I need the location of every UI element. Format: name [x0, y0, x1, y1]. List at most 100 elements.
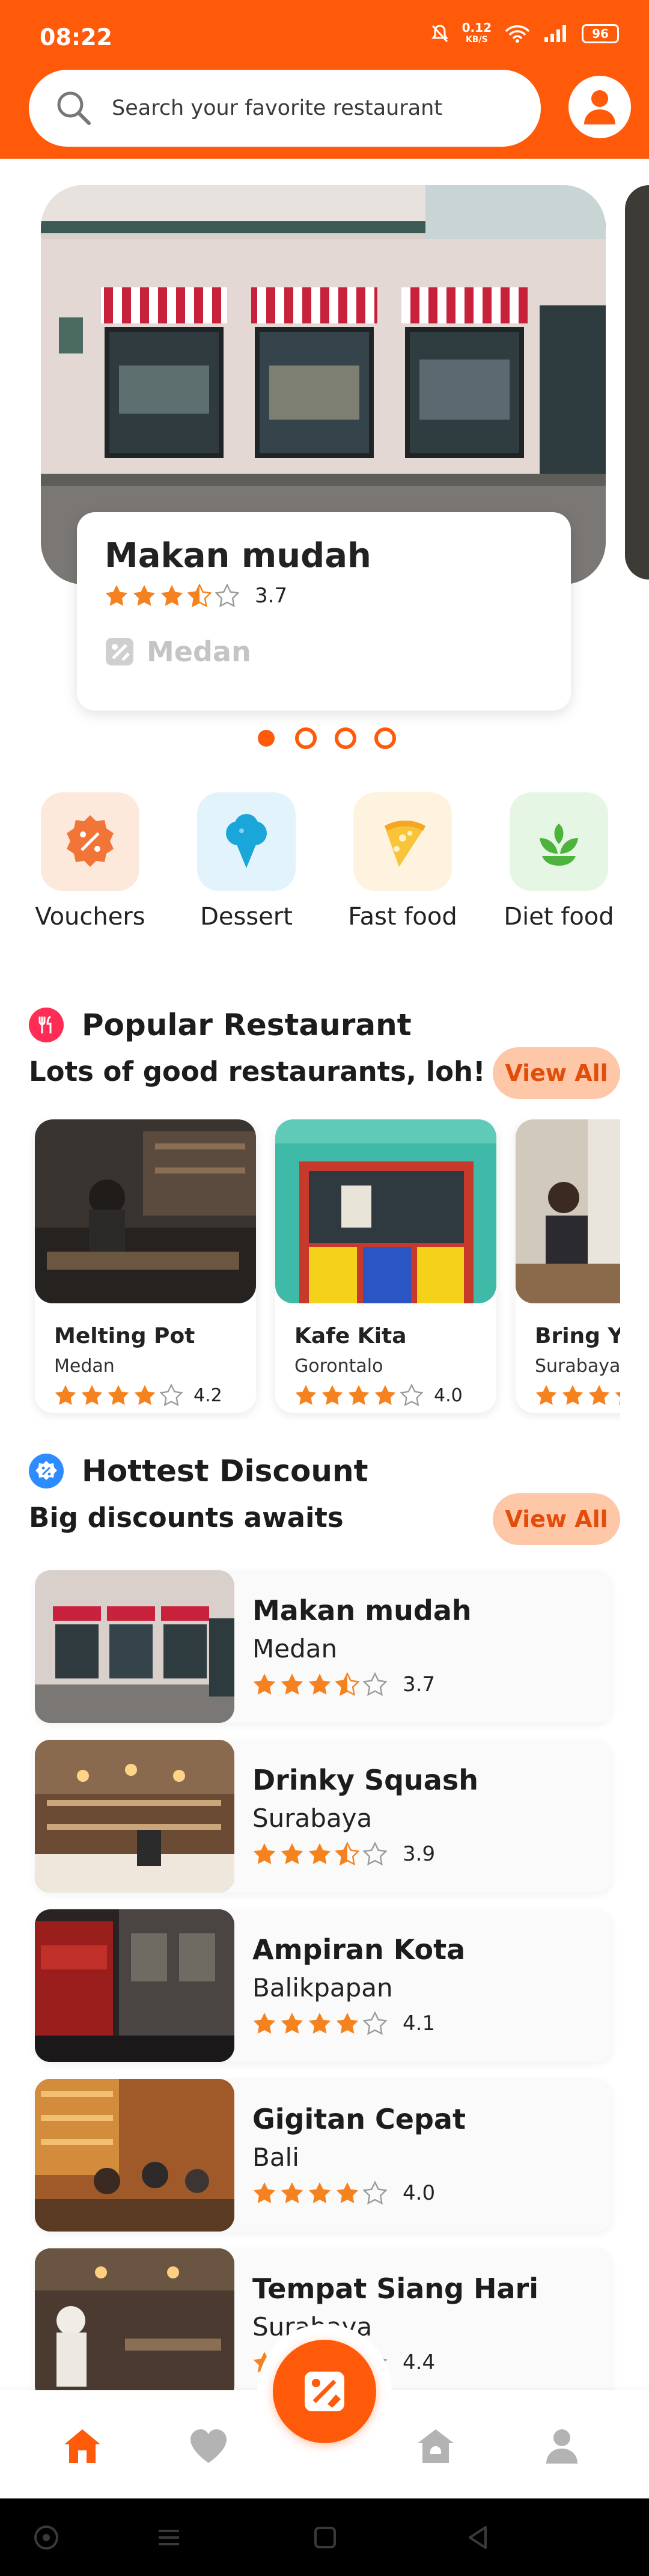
popular-view-all-button[interactable]: View All — [493, 1047, 620, 1099]
discount-item[interactable]: Gigitan Cepat Bali 4.0 — [35, 2079, 612, 2232]
next-slide-peek[interactable] — [625, 185, 649, 580]
category-fast-food[interactable]: Fast food — [337, 792, 469, 931]
restaurant-photo — [35, 1740, 234, 1892]
search-icon — [57, 91, 91, 125]
star-icon — [363, 1842, 387, 1866]
star-icon — [374, 1384, 396, 1406]
home-icon — [64, 2429, 100, 2463]
search-bar[interactable] — [29, 70, 541, 147]
category-row: Vouchers Dessert Fast food Diet food — [24, 792, 625, 931]
assistant-icon[interactable] — [32, 2524, 60, 2551]
scan-icon — [305, 2372, 344, 2411]
carousel-dot-3[interactable] — [335, 727, 356, 749]
discount-item[interactable]: Drinky Squash Surabaya 3.9 — [35, 1740, 612, 1892]
restaurant-rating: 3.7 — [252, 1672, 435, 1696]
star-icon — [281, 2013, 303, 2034]
popular-card-bring-yo[interactable]: Bring Yo Surabaya — [516, 1119, 620, 1413]
scan-discount-fab[interactable] — [273, 2340, 376, 2443]
category-label: Dessert — [200, 903, 293, 931]
restaurant-photo — [35, 1570, 234, 1723]
restaurant-city: Medan — [252, 1634, 338, 1663]
star-icon — [55, 1384, 76, 1406]
star-icon — [562, 1384, 583, 1406]
category-tile[interactable] — [510, 792, 608, 891]
restaurant-rating: 4.2 — [54, 1384, 256, 1407]
leaf-icon — [540, 824, 578, 866]
wifi-icon — [505, 25, 529, 43]
rating-stars — [252, 1672, 387, 1696]
profile-button[interactable] — [568, 76, 631, 138]
rating-stars — [535, 1384, 620, 1407]
restaurant-photo — [35, 1119, 256, 1303]
voucher-icon — [67, 815, 114, 867]
menu-icon[interactable] — [155, 2524, 183, 2551]
restaurant-photo — [35, 1909, 234, 2062]
nav-favorites[interactable] — [187, 2425, 230, 2467]
featured-restaurant-card[interactable]: Makan mudah 3.7 Medan — [77, 512, 571, 711]
carousel-dot-1[interactable] — [258, 730, 275, 747]
category-tile[interactable] — [41, 792, 139, 891]
category-dessert[interactable]: Dessert — [180, 792, 312, 931]
featured-carousel[interactable]: Makan mudah 3.7 Medan — [0, 185, 649, 750]
popular-restaurant-list[interactable]: Melting Pot Medan 4.2 Kafe Kita Gorontal… — [29, 1119, 620, 1420]
restaurant-photo — [35, 2079, 234, 2232]
restaurant-name: Tempat Siang Hari — [252, 2272, 538, 2305]
carousel-dot-4[interactable] — [374, 727, 396, 749]
restaurant-photo — [516, 1119, 620, 1303]
star-icon — [363, 2012, 387, 2036]
restaurant-city: Bali — [252, 2143, 299, 2172]
search-input[interactable] — [112, 96, 520, 120]
heart-icon — [190, 2429, 227, 2463]
star-icon — [363, 2181, 387, 2205]
rating-value: 4.1 — [403, 2012, 436, 2036]
category-label: Diet food — [504, 903, 614, 931]
restaurant-rating — [535, 1384, 620, 1407]
rating-value: 4.4 — [403, 2351, 436, 2375]
rating-value: 3.7 — [255, 584, 288, 608]
back-icon[interactable] — [464, 2524, 492, 2551]
restaurant-city: Medan — [54, 1356, 115, 1377]
popular-card-kafe-kita[interactable]: Kafe Kita Gorontalo 4.0 — [275, 1119, 496, 1413]
rating-stars — [105, 584, 239, 608]
restaurant-name: Drinky Squash — [252, 1764, 478, 1796]
location-tag-icon — [106, 638, 133, 665]
restaurant-rating: 4.0 — [252, 2181, 435, 2205]
star-icon — [308, 1843, 331, 1864]
discount-item[interactable]: Ampiran Kota Balikpapan 4.1 — [35, 1909, 612, 2062]
featured-location: Medan — [105, 635, 543, 668]
restaurant-rating: 4.1 — [252, 2012, 435, 2036]
star-icon — [535, 1384, 557, 1406]
restaurant-rating: 3.9 — [252, 1842, 435, 1866]
popular-card-melting-pot[interactable]: Melting Pot Medan 4.2 — [35, 1119, 256, 1413]
restaurant-name: Ampiran Kota — [252, 1933, 466, 1966]
discount-item[interactable]: Makan mudah Medan 3.7 — [35, 1570, 612, 1723]
carousel-dot-2[interactable] — [295, 727, 317, 749]
nav-profile[interactable] — [541, 2425, 583, 2467]
category-vouchers[interactable]: Vouchers — [24, 792, 156, 931]
nav-stores[interactable] — [415, 2425, 457, 2467]
star-icon — [363, 1672, 387, 1696]
star-icon — [133, 585, 156, 606]
network-speed: 0.12 KB/S — [462, 22, 492, 46]
restaurant-city: Balikpapan — [252, 1973, 393, 2002]
rating-value: 3.9 — [403, 1842, 436, 1866]
restaurant-photo — [35, 2248, 234, 2401]
star-icon — [335, 1842, 359, 1866]
popular-section-header: Popular Restaurant — [29, 1008, 412, 1042]
star-icon — [253, 1674, 276, 1695]
star-icon — [308, 2013, 331, 2034]
user-icon — [584, 90, 615, 124]
rating-stars — [54, 1384, 183, 1407]
category-tile[interactable] — [353, 792, 452, 891]
rating-value: 4.0 — [434, 1384, 463, 1406]
rating-value: 3.7 — [403, 1672, 436, 1696]
star-icon — [81, 1384, 103, 1406]
nav-home[interactable] — [61, 2425, 103, 2467]
star-icon — [321, 1384, 343, 1406]
category-diet-food[interactable]: Diet food — [493, 792, 625, 931]
discount-view-all-button[interactable]: View All — [493, 1493, 620, 1545]
category-tile[interactable] — [197, 792, 296, 891]
star-icon — [336, 2182, 359, 2203]
status-time: 08:22 — [40, 24, 112, 50]
home-square-icon[interactable] — [311, 2524, 339, 2551]
